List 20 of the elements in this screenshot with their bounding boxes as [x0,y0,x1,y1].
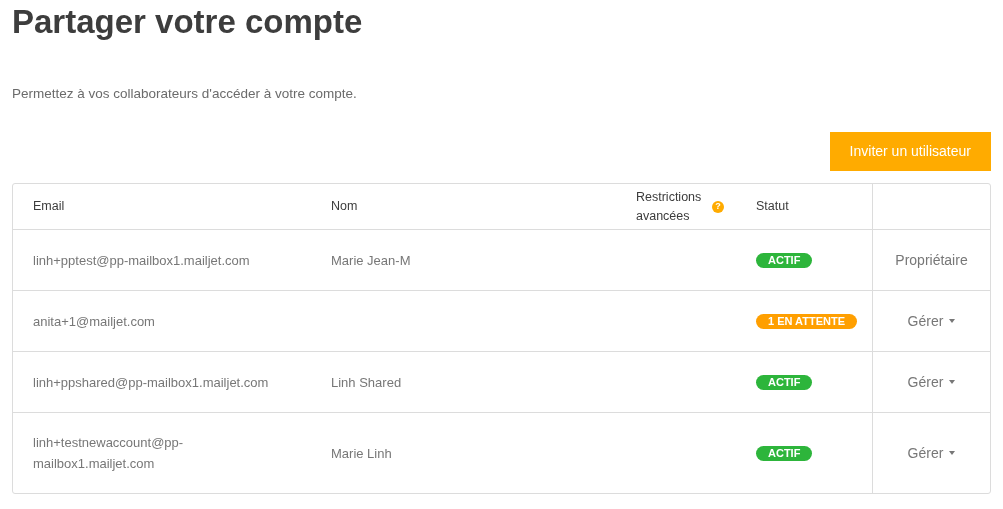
status-badge: ACTIF [756,374,813,390]
name-text: Linh Shared [331,373,402,392]
email-text: linh+pptest@pp-mailbox1.mailjet.com [33,251,250,270]
status-badge: ACTIF [756,252,813,268]
email-text: linh+testnewaccount@pp-mailbox1.mailjet.com [33,434,185,474]
caret-icon [949,380,956,385]
status-badge: 1 EN ATTENTE [756,313,857,329]
page-title: Partager votre compte [12,2,364,42]
email-text: linh+ppshared@pp-mailbox1.mailjet.com [33,373,269,392]
name-text: Marie Linh [331,444,392,463]
column-header: Statut [756,198,789,216]
status-badge: ACTIF [756,445,813,461]
page-subtitle: Permettez à vos collaborateurs d'accéder à votre compte. [12,85,358,103]
column-header: Restrictions avancées [636,189,703,225]
name-text: Marie Jean-M [331,251,411,270]
column-header: Nom [331,198,358,216]
caret-icon [949,319,956,324]
column-header: Email [33,198,65,216]
email-text: anita+1@mailjet.com [33,312,155,331]
caret-icon [949,451,956,456]
